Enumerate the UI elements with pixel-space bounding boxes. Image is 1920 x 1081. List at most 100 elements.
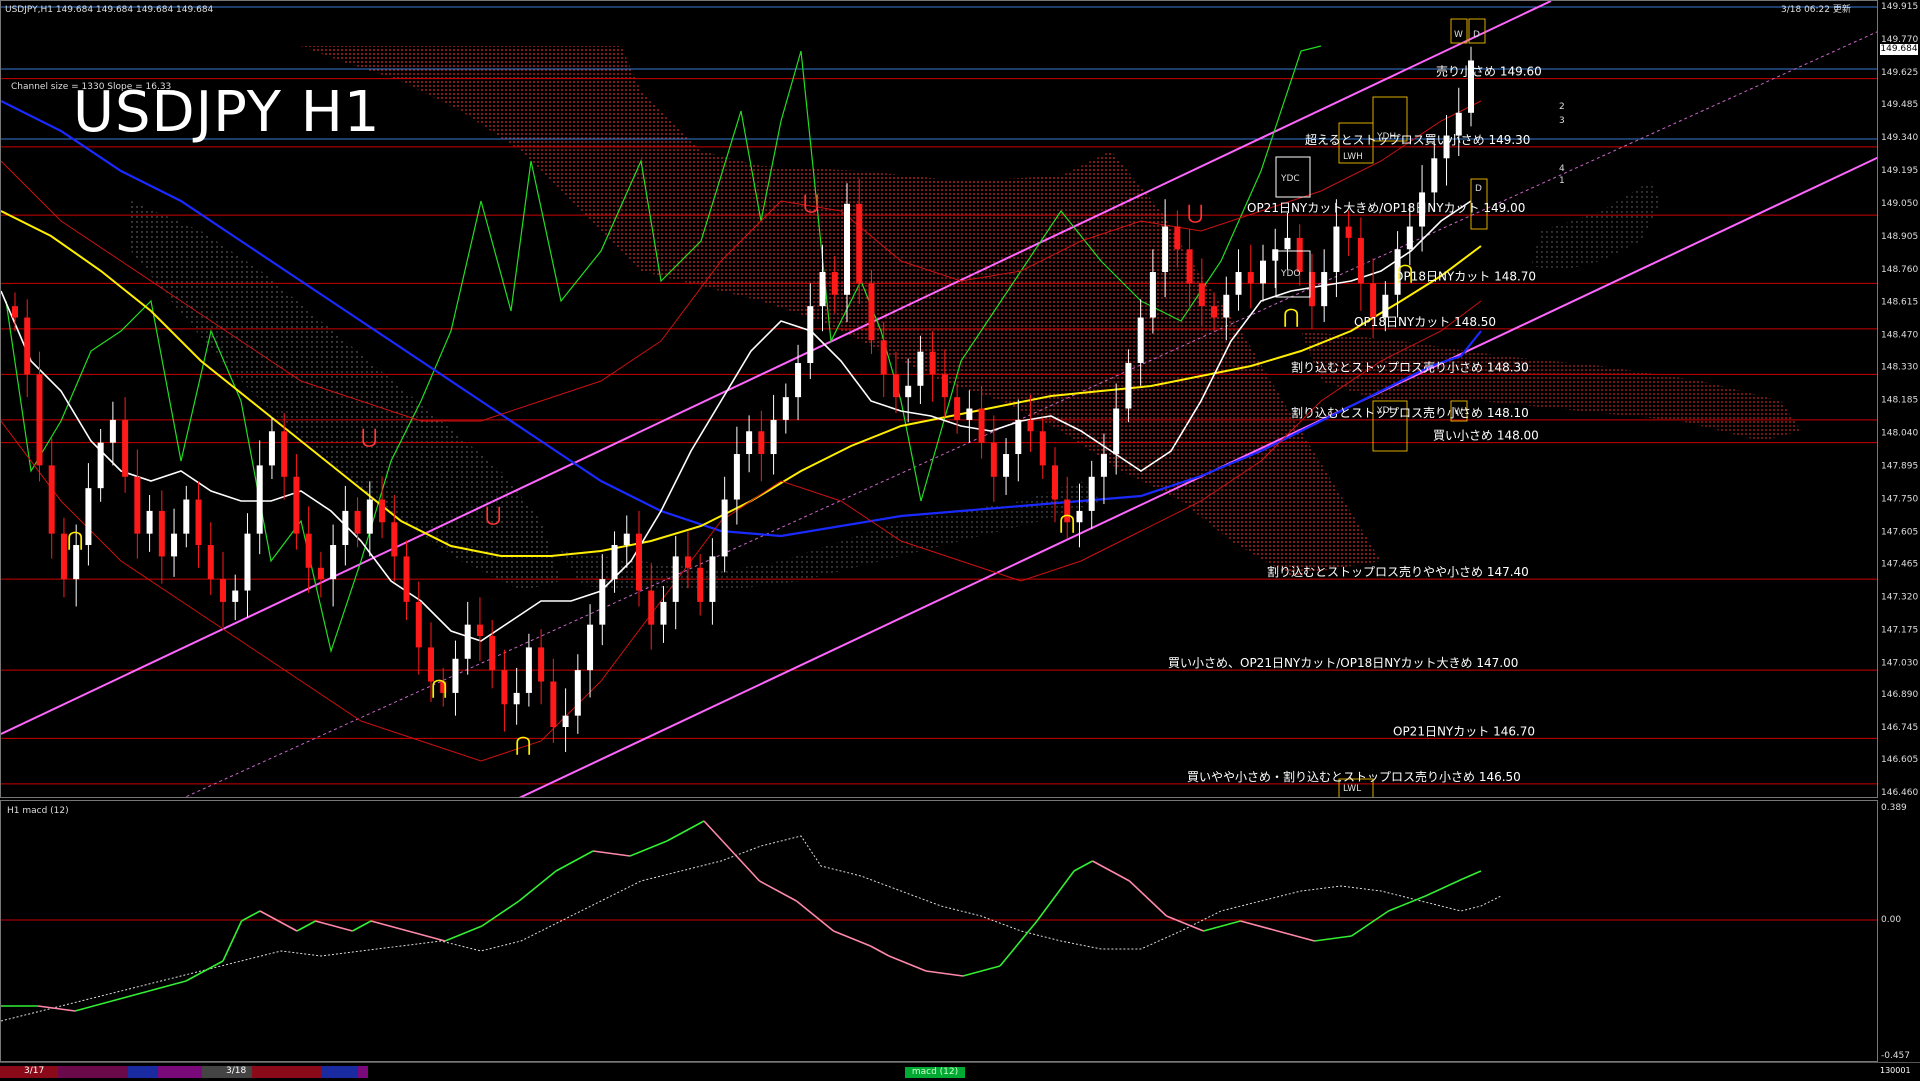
price-axis-tick: 148.615 bbox=[1881, 298, 1918, 308]
price-axis-tick: 146.460 bbox=[1881, 788, 1918, 798]
macd-signal-line bbox=[1, 835, 1502, 1022]
w-label-top: W bbox=[1454, 30, 1463, 40]
price-axis-tick: 148.040 bbox=[1881, 429, 1918, 439]
candle-body bbox=[795, 363, 802, 398]
candle-body bbox=[623, 533, 630, 546]
candle-body bbox=[929, 351, 936, 375]
candle-body bbox=[966, 408, 973, 420]
candle-body bbox=[379, 499, 386, 523]
chart-title: USDJPY H1 bbox=[73, 80, 381, 145]
candle-body bbox=[856, 203, 863, 284]
candle-body bbox=[599, 579, 606, 625]
candle-body bbox=[489, 636, 496, 671]
macd-segment bbox=[555, 850, 594, 872]
price-axis-tick: 149.915 bbox=[1881, 2, 1918, 12]
price-level-label: 超えるとストップロス買い小さめ 149.30 bbox=[1305, 132, 1530, 147]
marker-2: 2 bbox=[1559, 102, 1565, 112]
candle-body bbox=[476, 624, 483, 637]
price-level-label: 割り込むとストップロス売り小さめ 148.30 bbox=[1291, 359, 1529, 374]
candle-body bbox=[782, 397, 789, 420]
candle-body bbox=[648, 590, 655, 625]
marker-3: 3 bbox=[1559, 116, 1565, 126]
fractal-arrow-icon: ⋃ bbox=[485, 502, 501, 526]
candle-body bbox=[574, 670, 581, 716]
price-axis-tick: 149.625 bbox=[1881, 68, 1918, 78]
price-axis-canvas: 149.915149.770149.625149.485149.340149.1… bbox=[1881, 2, 1918, 798]
price-level-label: 買い小さめ 148.00 bbox=[1433, 429, 1539, 443]
macd-segment bbox=[1462, 870, 1482, 880]
macd-segment bbox=[222, 920, 243, 962]
macd-segment bbox=[1092, 860, 1130, 882]
price-axis[interactable]: 149.915 149.770 149.625 149.485 149.340 149.1… bbox=[1878, 0, 1920, 798]
macd-segment bbox=[481, 900, 520, 927]
macd-segment bbox=[629, 840, 668, 857]
macd-segment bbox=[1128, 880, 1168, 917]
candle-body bbox=[844, 203, 850, 295]
macd-line bbox=[1, 820, 1482, 1012]
session-segment bbox=[128, 1066, 158, 1078]
price-level-label: 割り込むとストップロス売りやや小さめ 147.40 bbox=[1267, 564, 1529, 579]
macd-axis-bottom: -0.457 bbox=[1881, 1051, 1910, 1061]
macd-segment bbox=[148, 980, 187, 992]
candle-body bbox=[415, 601, 422, 648]
candle-body bbox=[1149, 272, 1156, 318]
candle-body bbox=[1100, 454, 1107, 477]
price-axis-tick: 149.485 bbox=[1881, 100, 1918, 110]
price-level-label: OP21日NYカット大きめ/OP18日NYカット 149.00 bbox=[1247, 201, 1525, 215]
cloud-red-area-right bbox=[1301, 331, 1801, 441]
candle-body bbox=[1113, 408, 1120, 455]
macd-segment bbox=[296, 920, 316, 932]
candle-body bbox=[1431, 158, 1438, 193]
candle-body bbox=[464, 624, 471, 659]
candle-body bbox=[24, 317, 31, 375]
candle-body bbox=[1186, 249, 1193, 284]
candle-body bbox=[941, 374, 948, 398]
candle-body bbox=[684, 556, 691, 568]
lwh-label: LWH bbox=[1343, 152, 1363, 162]
candle-body bbox=[611, 545, 618, 580]
candle-body bbox=[256, 465, 263, 534]
fractal-arrow-icon: ⋂ bbox=[1283, 304, 1299, 328]
candle-body bbox=[330, 545, 337, 580]
candle-body bbox=[207, 545, 214, 580]
candle-body bbox=[1223, 294, 1230, 318]
candle-body bbox=[954, 397, 961, 420]
candle-body bbox=[391, 522, 398, 557]
time-axis-bar[interactable]: 3/17 3/18 macd (12) 130001 bbox=[0, 1062, 1920, 1081]
price-axis-tick: 147.750 bbox=[1881, 495, 1918, 505]
d-label-top: D bbox=[1473, 30, 1480, 40]
candle-body bbox=[660, 601, 667, 625]
candle-body bbox=[525, 647, 532, 693]
candle-body bbox=[122, 419, 129, 477]
macd-segment bbox=[1351, 910, 1389, 937]
candle-body bbox=[636, 533, 642, 591]
macd-segment bbox=[370, 920, 409, 932]
ydc-label: YDC bbox=[1280, 174, 1300, 184]
candle-body bbox=[158, 510, 165, 557]
candle-body bbox=[1088, 476, 1095, 511]
price-axis-tick: 148.760 bbox=[1881, 265, 1918, 275]
candle-body bbox=[1003, 454, 1010, 477]
macd-segment bbox=[721, 840, 761, 882]
candle-body bbox=[109, 419, 116, 443]
macd-title: H1 macd (12) bbox=[7, 806, 69, 816]
marker-4: 4 bbox=[1559, 164, 1565, 174]
candle-body bbox=[1296, 237, 1303, 273]
symbol-info-text: USDJPY,H1 149.684 149.684 149.684 149.68… bbox=[5, 5, 214, 15]
macd-segment bbox=[1166, 915, 1204, 932]
price-axis-tick: 148.330 bbox=[1881, 363, 1918, 373]
macd-panel[interactable]: H1 macd (12) bbox=[0, 800, 1878, 1062]
macd-segment bbox=[666, 820, 705, 842]
price-chart-panel[interactable]: YDC YDO YDH YDL LWH LWL W D W D 2 3 4 1 … bbox=[0, 0, 1878, 798]
price-level-label: OP21日NYカット 146.70 bbox=[1393, 724, 1535, 738]
candle-body bbox=[171, 533, 178, 557]
macd-tab[interactable]: macd (12) bbox=[905, 1067, 965, 1078]
candle-body bbox=[146, 510, 153, 534]
session-segment bbox=[252, 1066, 322, 1078]
candle-body bbox=[268, 431, 275, 466]
candle-body bbox=[1321, 272, 1328, 307]
candle-body bbox=[770, 419, 777, 455]
macd-segment bbox=[1388, 895, 1426, 912]
candle-body bbox=[1137, 317, 1144, 364]
candle-body bbox=[1027, 419, 1034, 432]
